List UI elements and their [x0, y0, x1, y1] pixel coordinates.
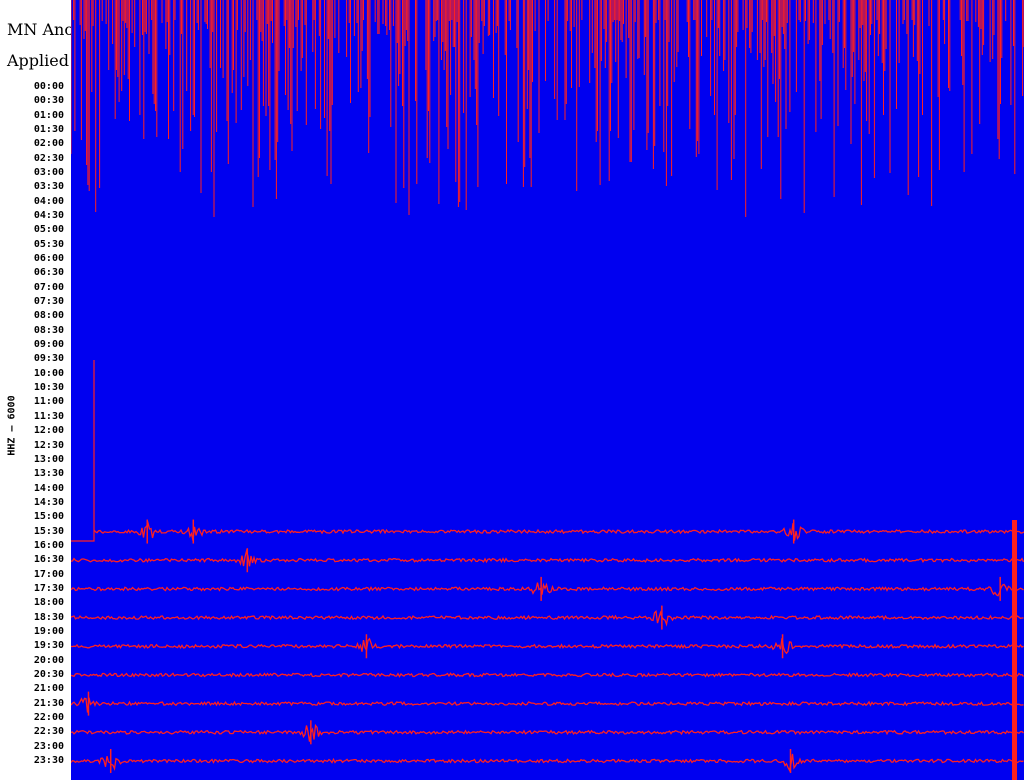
tick-label: 08:00 — [33, 310, 64, 322]
tick-label: 18:30 — [33, 611, 64, 623]
tick-label: 22:30 — [33, 726, 64, 738]
tick-label: 21:30 — [33, 697, 64, 709]
tick-label: 11:00 — [33, 396, 64, 408]
tick-label: 19:00 — [33, 625, 64, 637]
tick-label: 12:00 — [33, 425, 64, 437]
tick-label: 10:00 — [33, 367, 64, 379]
tick-label: 18:00 — [33, 597, 64, 609]
tick-label: 16:00 — [33, 539, 64, 551]
tick-label: 03:00 — [33, 167, 64, 179]
tick-label: 02:00 — [33, 138, 64, 150]
tick-label: 06:00 — [33, 253, 64, 265]
tick-label: 21:00 — [33, 683, 64, 695]
chart-title: MN Ano — [7, 20, 74, 39]
tick-label: 20:30 — [33, 668, 64, 680]
tick-label: 13:30 — [33, 468, 64, 480]
tick-label: 13:00 — [33, 453, 64, 465]
tick-label: 16:30 — [33, 554, 64, 566]
tick-label: 15:30 — [33, 525, 64, 537]
tick-label: 02:30 — [33, 152, 64, 164]
tick-label: 09:30 — [33, 353, 64, 365]
tick-label: 08:30 — [33, 324, 64, 336]
tick-label: 11:30 — [33, 410, 64, 422]
tick-label: 09:00 — [33, 339, 64, 351]
tick-label: 03:30 — [33, 181, 64, 193]
tick-label: 05:00 — [33, 224, 64, 236]
tick-label: 04:00 — [33, 195, 64, 207]
tick-label: 14:30 — [33, 496, 64, 508]
tick-label: 07:00 — [33, 281, 64, 293]
tick-label: 23:00 — [33, 740, 64, 752]
tick-label: 15:00 — [33, 511, 64, 523]
tick-label: 01:00 — [33, 109, 64, 121]
tick-label: 17:00 — [33, 568, 64, 580]
y-axis-label: HHZ – 6000 — [6, 395, 18, 456]
tick-label: 00:00 — [33, 81, 64, 92]
tick-label: 14:00 — [33, 482, 64, 494]
tick-label: 04:30 — [33, 210, 64, 222]
tick-label: 05:30 — [33, 238, 64, 250]
tick-label: 01:30 — [33, 124, 64, 136]
tick-label: 23:30 — [33, 754, 64, 766]
tick-label: 19:30 — [33, 640, 64, 652]
tick-label: 17:30 — [33, 582, 64, 594]
tick-label: 06:30 — [33, 267, 64, 279]
chart-subtitle: Applied — [7, 51, 69, 70]
right-edge-trace — [1012, 520, 1017, 780]
seismogram-plot — [71, 0, 1024, 780]
tick-label: 22:00 — [33, 711, 64, 723]
tick-label: 00:30 — [33, 95, 64, 107]
tick-label: 10:30 — [33, 382, 64, 394]
tick-label: 12:30 — [33, 439, 64, 451]
tick-label: 07:30 — [33, 296, 64, 308]
tick-label: 20:00 — [33, 654, 64, 666]
